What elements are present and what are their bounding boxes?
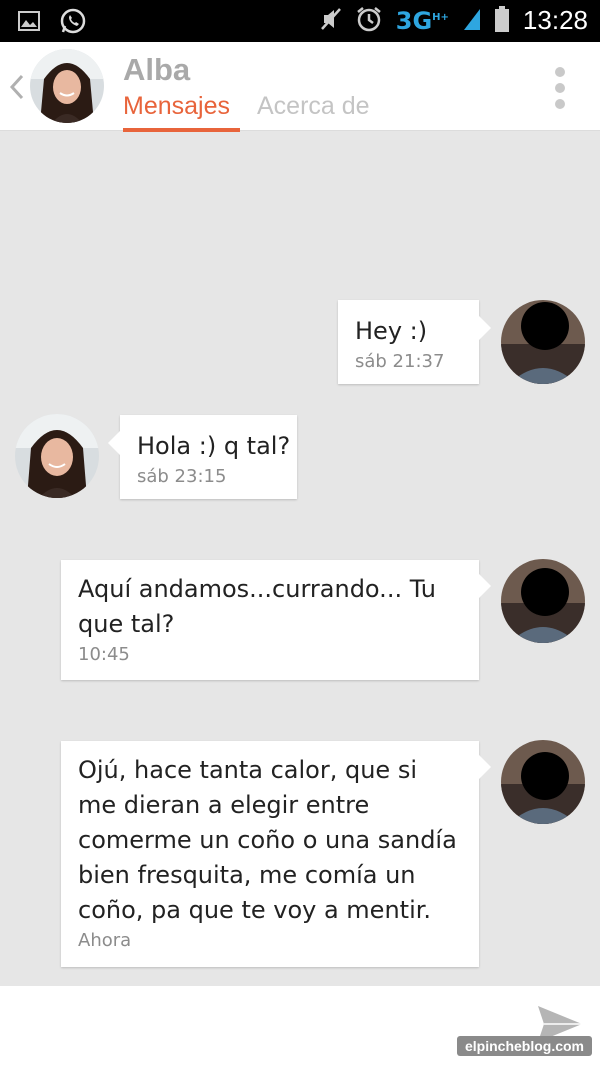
message-bubble-sent[interactable]: Ojú, hace tanta calor, que si me dieran … — [61, 741, 491, 967]
status-bar: 3GH+ 13:28 — [0, 0, 600, 42]
message-text: Hola :) q tal? — [137, 432, 291, 460]
message-time: sáb 23:15 — [137, 466, 227, 487]
tab-mensajes[interactable]: Mensajes — [123, 92, 230, 121]
message-time: sáb 21:37 — [355, 351, 445, 372]
message-bubble-received[interactable]: Hola :) q tal? sáb 23:15 — [108, 415, 297, 499]
watermark: elpincheblog.com — [456, 1036, 592, 1056]
message-text: Hey :) — [355, 317, 428, 345]
my-avatar — [501, 740, 585, 824]
conversation-header: Alba Mensajes Acerca de — [0, 42, 600, 132]
chevron-left-icon[interactable] — [8, 72, 26, 102]
contact-message-avatar — [15, 414, 99, 498]
bubble-tail — [479, 574, 491, 598]
more-options-icon[interactable] — [554, 66, 566, 110]
gallery-icon — [18, 11, 40, 35]
active-tab-indicator — [123, 128, 240, 132]
status-time: 13:28 — [522, 5, 588, 35]
message-text: Aquí andamos...currando... Tu que tal? — [78, 575, 436, 638]
bubble-tail — [108, 431, 120, 455]
message-time: Ahora — [78, 930, 132, 951]
whatsapp-icon — [60, 8, 86, 38]
message-input-bar[interactable]: elpincheblog.com — [0, 986, 600, 1066]
network-indicator: 3GH+ — [395, 6, 449, 35]
message-bubble-sent[interactable]: Aquí andamos...currando... Tu que tal? 1… — [61, 560, 491, 680]
my-avatar — [501, 300, 585, 384]
mute-icon — [320, 7, 342, 35]
bubble-tail — [479, 755, 491, 779]
message-bubble-sent[interactable]: Hey :) sáb 21:37 — [338, 300, 491, 384]
battery-icon — [494, 5, 509, 36]
message-text: Ojú, hace tanta calor, que si me dieran … — [78, 756, 457, 924]
tab-acerca-de[interactable]: Acerca de — [257, 92, 370, 121]
message-time: 10:45 — [78, 644, 130, 665]
my-avatar — [501, 559, 585, 643]
contact-name: Alba — [123, 52, 191, 87]
bubble-tail — [479, 316, 491, 340]
alarm-icon — [356, 6, 382, 36]
signal-icon — [463, 7, 481, 35]
contact-avatar[interactable] — [30, 49, 104, 123]
